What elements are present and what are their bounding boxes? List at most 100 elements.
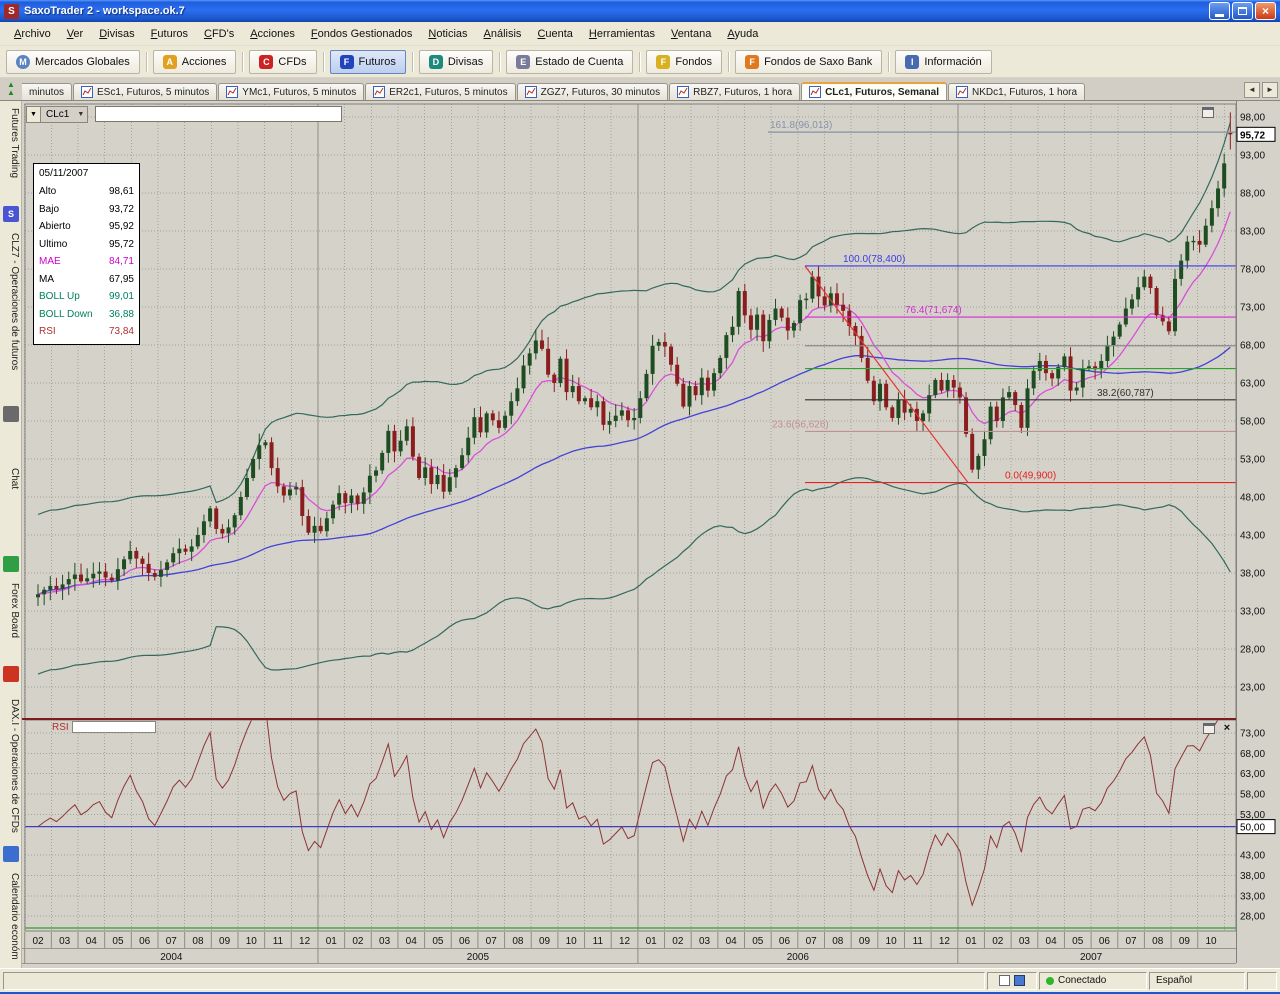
- rsi-close-icon[interactable]: ×: [1221, 723, 1233, 735]
- toolbar-futuros[interactable]: F Futuros: [330, 50, 406, 74]
- tab-scroll-left-icon[interactable]: ◄: [1244, 82, 1260, 98]
- svg-text:01: 01: [646, 936, 658, 947]
- menu-archivo[interactable]: Archivo: [6, 25, 59, 43]
- menu-herramientas[interactable]: Herramientas: [581, 25, 663, 43]
- informacion-icon: I: [905, 55, 919, 69]
- info-row-bajo: Bajo93,72: [39, 201, 134, 219]
- toolbar-separator: [499, 52, 500, 72]
- toolbar-cfds[interactable]: CCFDs: [249, 50, 316, 74]
- rsi-maximize-icon[interactable]: [1203, 723, 1215, 734]
- symbol-dropdown[interactable]: ▼ CLc1 ▼: [26, 106, 88, 123]
- chart-canvas[interactable]: 161.8(96,013)100.0(78,400)76.4(71,674)38…: [22, 101, 1280, 968]
- sidebar-item-chat[interactable]: Chat: [2, 431, 20, 526]
- toolbar-estado-de-cuenta[interactable]: EEstado de Cuenta: [506, 50, 633, 74]
- restore-icon: [1238, 7, 1247, 15]
- tab-scroll-right-icon[interactable]: ►: [1262, 82, 1278, 98]
- sidebar-item-calendario-econ-m[interactable]: Calendario económ: [2, 866, 20, 966]
- menu-an-lisis[interactable]: Análisis: [476, 25, 530, 43]
- toolbar-label: Futuros: [359, 56, 396, 68]
- svg-text:09: 09: [219, 936, 231, 947]
- scroll-up-icon: ▲: [7, 89, 15, 97]
- restore-button[interactable]: [1232, 2, 1253, 20]
- tab-minutos[interactable]: minutos: [22, 83, 72, 100]
- chart-tab-icon: [81, 86, 93, 98]
- svg-text:95,72: 95,72: [1240, 130, 1265, 141]
- toolbar-separator: [146, 52, 147, 72]
- menu-ver[interactable]: Ver: [59, 25, 92, 43]
- svg-text:83,00: 83,00: [1240, 227, 1265, 238]
- symbol-input[interactable]: [95, 106, 342, 122]
- menu-ayuda[interactable]: Ayuda: [719, 25, 766, 43]
- sidebar-scroll-arrows[interactable]: ▲ ▲: [0, 78, 22, 100]
- svg-text:2006: 2006: [787, 952, 810, 963]
- chart-bars-icon[interactable]: [3, 406, 19, 422]
- language-label: Español: [1156, 975, 1192, 986]
- language-selector[interactable]: Español: [1149, 972, 1245, 990]
- sidebar-item-clz7-operaciones-de-futuros[interactable]: CLZ7 - Operaciones de futuros: [2, 224, 20, 380]
- toolbar-acciones[interactable]: A Acciones: [153, 50, 237, 74]
- acciones-icon: A: [163, 55, 177, 69]
- chart-background: [22, 101, 1280, 968]
- network-status-icon[interactable]: [1014, 975, 1025, 986]
- chart-maximize-icon[interactable]: [1202, 107, 1214, 118]
- dropdown-arrow-icon[interactable]: ▼: [27, 107, 41, 122]
- sidebar-item-dax-i-operaciones-de-cfds[interactable]: DAX.I - Operaciones de CFDs: [2, 686, 20, 846]
- tab-rbz7[interactable]: RBZ7, Futuros, 1 hora: [669, 83, 800, 100]
- sidebar-item-futures-trading[interactable]: Futures Trading: [2, 104, 20, 182]
- dax-icon[interactable]: [3, 666, 19, 682]
- svg-text:07: 07: [166, 936, 178, 947]
- sidebar-item-forex-board[interactable]: Forex Board: [2, 576, 20, 646]
- svg-text:10: 10: [886, 936, 898, 947]
- menu-cuenta[interactable]: Cuenta: [529, 25, 580, 43]
- svg-text:88,00: 88,00: [1240, 189, 1265, 200]
- close-button[interactable]: ×: [1255, 2, 1276, 20]
- toolbar-fondos[interactable]: FFondos: [646, 50, 722, 74]
- rsi-label: RSI: [52, 722, 69, 733]
- svg-text:02: 02: [672, 936, 684, 947]
- menu-futuros[interactable]: Futuros: [143, 25, 196, 43]
- document-status-icon[interactable]: [999, 975, 1010, 986]
- toolbar-label: Acciones: [182, 56, 227, 68]
- tab-clc1[interactable]: CLc1, Futuros, Semanal: [801, 82, 947, 100]
- svg-text:63,00: 63,00: [1240, 769, 1265, 780]
- svg-text:10: 10: [246, 936, 258, 947]
- svg-text:08: 08: [1152, 936, 1164, 947]
- tab-label: minutos: [29, 87, 64, 98]
- toolbar-mercados-globales[interactable]: MMercados Globales: [6, 50, 140, 74]
- chart-area: 161.8(96,013)100.0(78,400)76.4(71,674)38…: [22, 101, 1280, 968]
- toolbar-fondos-de-saxo-bank[interactable]: FFondos de Saxo Bank: [735, 50, 882, 74]
- menu-cfd-s[interactable]: CFD's: [196, 25, 242, 43]
- menu-ventana[interactable]: Ventana: [663, 25, 719, 43]
- svg-text:09: 09: [859, 936, 871, 947]
- svg-text:12: 12: [939, 936, 951, 947]
- futuros-icon: F: [340, 55, 354, 69]
- tab-label: CLc1, Futuros, Semanal: [825, 87, 939, 98]
- calendar-icon[interactable]: [3, 846, 19, 862]
- svg-text:06: 06: [1099, 936, 1111, 947]
- tab-zgz7[interactable]: ZGZ7, Futuros, 30 minutos: [517, 83, 669, 100]
- svg-text:01: 01: [326, 936, 338, 947]
- forex-board-icon[interactable]: [3, 556, 19, 572]
- toolbar-separator: [412, 52, 413, 72]
- menu-fondos-gestionados[interactable]: Fondos Gestionados: [303, 25, 421, 43]
- svg-text:100.0(78,400): 100.0(78,400): [843, 254, 905, 265]
- tab-esc1[interactable]: ESc1, Futuros, 5 minutos: [73, 83, 217, 100]
- chart-tab-icon: [809, 86, 821, 98]
- tab-nkdc1[interactable]: NKDc1, Futuros, 1 hora: [948, 83, 1085, 100]
- tab-ymc1[interactable]: YMc1, Futuros, 5 minutos: [218, 83, 364, 100]
- menu-acciones[interactable]: Acciones: [242, 25, 303, 43]
- info-row-boll-up: BOLL Up99,01: [39, 288, 134, 306]
- toolbar-informaci-n[interactable]: IInformación: [895, 50, 991, 74]
- toolbar-divisas[interactable]: DDivisas: [419, 50, 493, 74]
- tab-er2c1[interactable]: ER2c1, Futuros, 5 minutos: [365, 83, 515, 100]
- rsi-input[interactable]: [72, 721, 156, 733]
- connected-icon: [1046, 977, 1054, 985]
- minimize-button[interactable]: [1209, 2, 1230, 20]
- svg-text:23.6(56,626): 23.6(56,626): [772, 419, 829, 430]
- svg-text:03: 03: [59, 936, 71, 947]
- status-bar: Conectado Español: [0, 968, 1280, 992]
- saxo-icon[interactable]: S: [3, 206, 19, 222]
- title-bar[interactable]: S SaxoTrader 2 - workspace.ok.7 ×: [0, 0, 1280, 22]
- menu-noticias[interactable]: Noticias: [420, 25, 475, 43]
- menu-divisas[interactable]: Divisas: [91, 25, 142, 43]
